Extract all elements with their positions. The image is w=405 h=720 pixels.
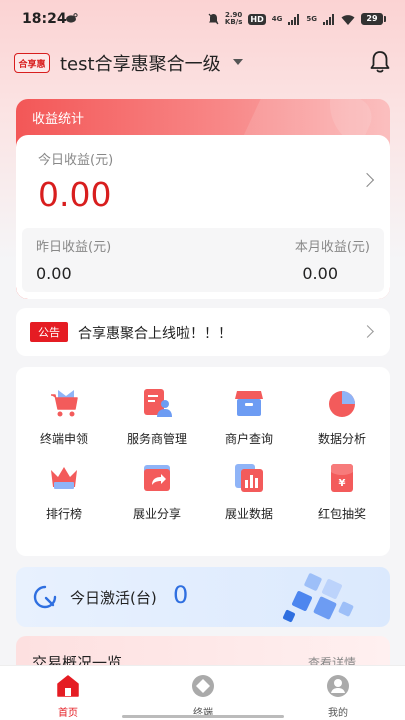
status-time: 18:24 <box>22 11 67 27</box>
app-header: 合享惠 test合享惠聚合一级 <box>0 40 405 86</box>
yesterday-income-label: 昨日收益(元) <box>36 240 112 255</box>
grid-item-business-data[interactable]: 展业数据 <box>204 462 294 532</box>
chevron-right-icon[interactable] <box>361 325 374 338</box>
nav-label: 首页 <box>58 708 78 719</box>
grid-item-label: 红包抽奖 <box>317 507 366 521</box>
svg-text:¥: ¥ <box>339 478 346 489</box>
function-grid: 终端申领 服务商管理 商户查询 数据分析 排行榜 展业分享 展业数据 ¥ 红包抽… <box>16 367 390 556</box>
activation-label: 今日激活(台) <box>70 589 157 607</box>
grid-item-provider-manage[interactable]: 服务商管理 <box>112 387 202 457</box>
grid-item-label: 终端申领 <box>39 432 88 446</box>
grid-item-label: 展业分享 <box>132 507 181 521</box>
income-stats-card: 收益统计 今日收益(元) 0.00 昨日收益(元) 0.00 本月收益(元) 0… <box>16 99 390 299</box>
app-logo: 合享惠 <box>14 53 50 73</box>
merchant-manage-icon <box>144 389 172 417</box>
nav-home[interactable]: 首页 <box>28 672 108 719</box>
signal-icon <box>288 13 300 25</box>
activation-value: 0 <box>173 581 189 609</box>
home-indicator[interactable] <box>122 715 284 718</box>
announcement-tag: 公告 <box>30 322 68 342</box>
nav-mine[interactable]: 我的 <box>298 672 378 719</box>
red-envelope-icon: ¥ <box>331 464 353 492</box>
month-income-value: 0.00 <box>302 264 338 283</box>
grid-item-lucky-draw[interactable]: ¥ 红包抽奖 <box>297 462 387 532</box>
status-indicators: 2.90 KB/s HD 4G 5G 29 <box>208 11 386 27</box>
mute-icon <box>208 13 219 25</box>
terminal-icon <box>192 675 214 697</box>
status-bar: 18:24 2.90 KB/s HD 4G 5G 29 <box>0 0 405 38</box>
month-income-label: 本月收益(元) <box>294 240 370 255</box>
nav-terminal[interactable]: 终端 <box>163 672 243 719</box>
wifi-icon <box>341 14 355 25</box>
income-section-title: 收益统计 <box>32 112 85 127</box>
today-income-value: 0.00 <box>38 175 112 214</box>
weibo-icon <box>66 13 78 23</box>
battery-icon: 29 <box>361 13 386 25</box>
shop-icon <box>235 391 263 416</box>
grid-item-merchant-query[interactable]: 商户查询 <box>204 387 294 457</box>
caret-down-icon[interactable] <box>233 59 243 65</box>
chevron-right-icon[interactable] <box>359 172 375 188</box>
hd-badge: HD <box>248 13 266 25</box>
income-panel[interactable]: 今日收益(元) 0.00 昨日收益(元) 0.00 本月收益(元) 0.00 <box>16 135 390 299</box>
share-icon <box>144 465 170 491</box>
grid-item-label: 展业数据 <box>224 507 273 521</box>
grid-item-label: 数据分析 <box>317 432 366 446</box>
announcement-text: 合享惠聚合上线啦！！！ <box>78 326 232 342</box>
announcement-bar[interactable]: 公告 合享惠聚合上线啦！！！ <box>16 308 390 356</box>
network-type: 4G <box>271 15 283 23</box>
grid-item-share[interactable]: 展业分享 <box>112 462 202 532</box>
pie-chart-icon <box>329 391 355 417</box>
activation-card[interactable]: 今日激活(台) 0 <box>16 567 390 627</box>
activation-icon <box>33 585 57 609</box>
grid-item-ranking[interactable]: 排行榜 <box>19 462 109 532</box>
org-switcher-title[interactable]: test合享惠聚合一级 <box>60 50 221 76</box>
yesterday-income-value: 0.00 <box>36 264 72 283</box>
grid-item-terminal-apply[interactable]: 终端申领 <box>19 387 109 457</box>
network-speed: 2.90 KB/s <box>224 11 243 26</box>
nav-label: 我的 <box>328 708 348 719</box>
bell-icon[interactable] <box>369 50 391 74</box>
user-icon <box>327 675 349 697</box>
home-icon <box>57 675 79 697</box>
grid-item-label: 商户查询 <box>224 432 273 446</box>
cubes-illustration <box>283 573 354 622</box>
signal-icon-2 <box>323 13 334 25</box>
bar-chart-icon <box>235 464 263 492</box>
grid-item-label: 排行榜 <box>45 507 82 521</box>
income-summary: 昨日收益(元) 0.00 本月收益(元) 0.00 <box>22 228 384 292</box>
bottom-nav: 首页 终端 我的 <box>0 665 405 720</box>
grid-item-label: 服务商管理 <box>126 432 187 446</box>
today-income-label: 今日收益(元) <box>38 153 114 168</box>
cart-icon <box>51 390 78 417</box>
crown-icon <box>51 467 77 489</box>
network-type-2: 5G <box>306 15 317 23</box>
grid-item-data-analysis[interactable]: 数据分析 <box>297 387 387 457</box>
